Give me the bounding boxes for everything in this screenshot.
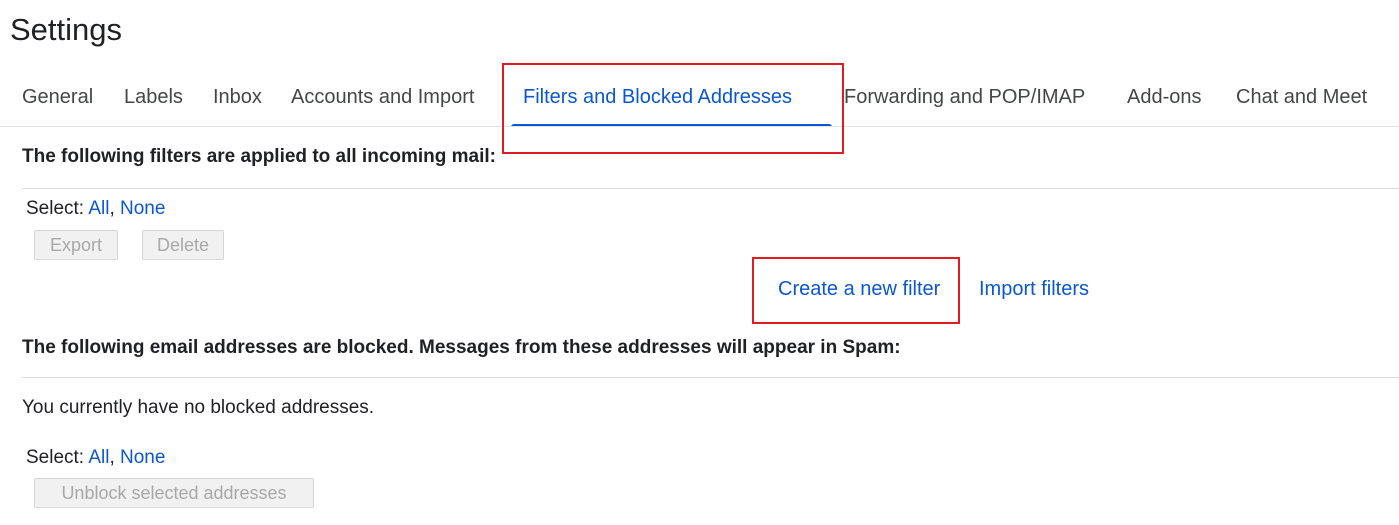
tab-forwarding-and-pop-imap[interactable]: Forwarding and POP/IMAP <box>844 86 1085 109</box>
select-label: Select: <box>26 447 85 468</box>
select-all-link[interactable]: All <box>88 447 109 468</box>
filters-heading: The following filters are applied to all… <box>22 146 496 167</box>
blocked-heading: The following email addresses are blocke… <box>22 337 901 358</box>
tab-labels[interactable]: Labels <box>124 86 183 109</box>
select-separator: , <box>109 447 115 468</box>
select-label: Select: <box>26 198 85 219</box>
select-none-link[interactable]: None <box>120 447 165 468</box>
blocked-divider <box>22 377 1399 378</box>
filters-divider <box>22 188 1399 189</box>
settings-tabs: General Labels Inbox Accounts and Import… <box>0 76 1399 127</box>
tab-general[interactable]: General <box>22 86 93 109</box>
select-none-link[interactable]: None <box>120 198 165 219</box>
tab-accounts-and-import[interactable]: Accounts and Import <box>291 86 474 109</box>
import-filters-link[interactable]: Import filters <box>979 278 1089 301</box>
no-blocked-addresses-text: You currently have no blocked addresses. <box>22 397 375 418</box>
delete-button[interactable]: Delete <box>142 230 224 260</box>
tab-filters-and-blocked-addresses[interactable]: Filters and Blocked Addresses <box>523 86 792 109</box>
tab-chat-and-meet[interactable]: Chat and Meet <box>1236 86 1367 109</box>
page-title: Settings <box>10 12 123 47</box>
export-button[interactable]: Export <box>34 230 118 260</box>
blocked-select-row: Select: All, None <box>26 447 165 469</box>
select-separator: , <box>109 198 115 219</box>
tab-add-ons[interactable]: Add-ons <box>1127 86 1202 109</box>
filters-select-row: Select: All, None <box>26 198 165 220</box>
unblock-selected-button[interactable]: Unblock selected addresses <box>34 478 314 508</box>
tabs-divider <box>0 126 1399 127</box>
select-all-link[interactable]: All <box>88 198 109 219</box>
tab-inbox[interactable]: Inbox <box>213 86 262 109</box>
create-new-filter-link[interactable]: Create a new filter <box>778 278 940 301</box>
